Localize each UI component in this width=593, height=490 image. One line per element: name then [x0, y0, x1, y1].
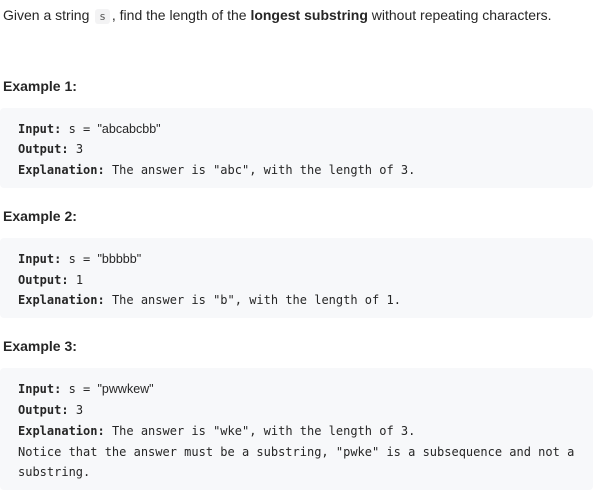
example-2-output: Output: 1 [18, 273, 83, 287]
example-2-input: Input: s = "bbbbb" [18, 252, 141, 266]
example-3-explanation: Explanation: The answer is "wke", with t… [18, 424, 415, 438]
example-3-note-line-1: Notice that the answer must be a substri… [18, 445, 575, 459]
input-label: Input: [18, 252, 62, 266]
input-value: "abcabcbb" [97, 122, 161, 136]
explanation-text: The answer is "wke", with the length of … [111, 424, 416, 438]
input-label: Input: [18, 122, 62, 136]
explanation-text: The answer is "b", with the length of 1. [111, 293, 401, 307]
example-3-output: Output: 3 [18, 403, 83, 417]
input-label: Input: [18, 382, 62, 396]
description-bold: longest substring [250, 7, 368, 23]
description-middle: , find the length of the [111, 7, 251, 23]
input-var: s = [68, 382, 98, 396]
example-2-block: Input: s = "bbbbb" Output: 1 Explanation… [0, 238, 593, 318]
output-label: Output: [18, 403, 69, 417]
output-label: Output: [18, 142, 69, 156]
example-1-title: Example 1: [3, 78, 77, 94]
example-3-note-line-2: substring. [18, 465, 91, 479]
example-1-output: Output: 3 [18, 142, 83, 156]
example-1-explanation: Explanation: The answer is "abc", with t… [18, 163, 415, 177]
example-1-input: Input: s = "abcabcbb" [18, 122, 161, 136]
output-label: Output: [18, 273, 69, 287]
description-suffix: without repeating characters. [367, 7, 552, 23]
example-1-block: Input: s = "abcabcbb" Output: 3 Explanat… [0, 108, 593, 188]
input-var: s = [68, 122, 98, 136]
input-var: s = [68, 252, 98, 266]
example-3-title: Example 3: [3, 338, 77, 354]
output-value: 3 [75, 142, 84, 156]
inline-code-s: s [95, 9, 110, 24]
problem-description: Given a string s, find the length of the… [3, 6, 552, 26]
example-2-title: Example 2: [3, 208, 77, 224]
output-value: 1 [75, 273, 84, 287]
input-value: "bbbbb" [97, 252, 142, 266]
input-value: "pwwkew" [97, 382, 154, 396]
explanation-text: The answer is "abc", with the length of … [111, 163, 416, 177]
example-3-input: Input: s = "pwwkew" [18, 382, 154, 396]
output-value: 3 [75, 403, 84, 417]
description-prefix: Given a string [3, 7, 94, 23]
explanation-label: Explanation: [18, 293, 105, 307]
explanation-label: Explanation: [18, 424, 105, 438]
example-3-block: Input: s = "pwwkew" Output: 3 Explanatio… [0, 368, 593, 490]
example-2-explanation: Explanation: The answer is "b", with the… [18, 293, 401, 307]
explanation-label: Explanation: [18, 163, 105, 177]
